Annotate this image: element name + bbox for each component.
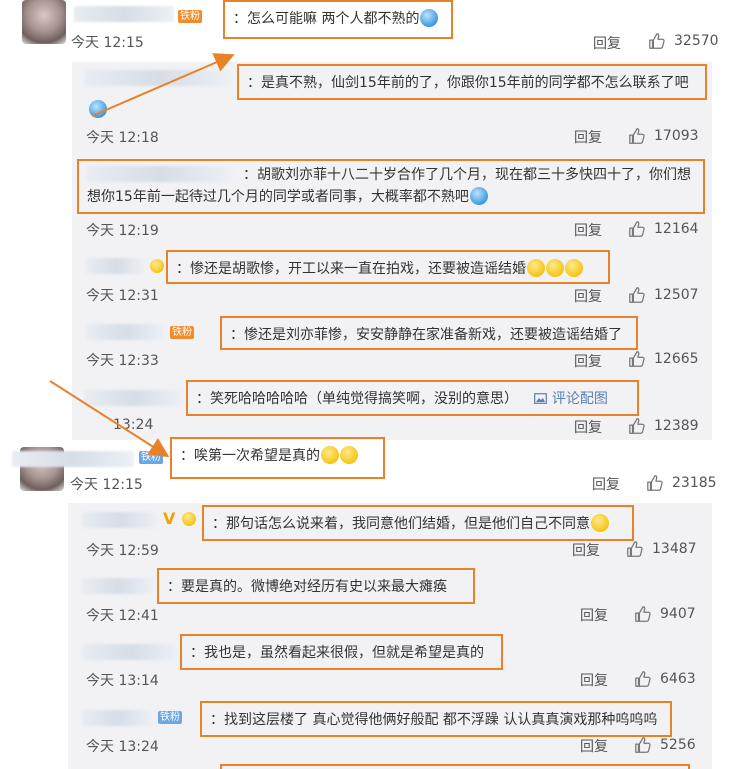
reply-time: 今天 12:33 — [86, 353, 159, 369]
like-button[interactable]: 12665 — [628, 350, 699, 368]
reply-text: ：要是真的。微博绝对经历有史以来最大瘫痪 — [157, 568, 475, 604]
emoji-icon — [546, 259, 564, 277]
thumbs-up-icon — [647, 475, 663, 491]
reply-button[interactable]: 回复 — [574, 127, 602, 147]
fan-badge: 铁粉 — [139, 450, 163, 464]
reply-button[interactable]: 回复 — [574, 417, 602, 437]
reply-text: ：找到这层楼了 真心觉得他俩好般配 都不浮躁 认认真真演戏那种呜呜呜 — [200, 701, 672, 737]
username[interactable] — [82, 578, 156, 594]
vip-v-icon: V — [163, 509, 176, 528]
reply-button[interactable]: 回复 — [593, 33, 621, 53]
username[interactable] — [84, 390, 184, 406]
emoji-icon — [527, 259, 545, 277]
comment-text: ：唉第一次希望是真的 — [170, 437, 385, 479]
reply-text: ：惨还是刘亦菲惨，安安静静在家准备新戏，还要被造谣结婚了 — [220, 316, 638, 350]
reply-text: ：那句话怎么说来着，我同意他们结婚，但是他们自己不同意 — [202, 505, 634, 541]
like-button[interactable]: 32570 — [648, 32, 719, 50]
reply-text: ：胡歌刘亦菲十八二十岁合作了几个月，现在都三十多快四十了，你们想想你15年前一起… — [77, 159, 705, 214]
like-button[interactable]: 23185 — [646, 474, 717, 492]
reply-button[interactable]: 回复 — [580, 736, 608, 756]
username[interactable] — [82, 710, 154, 726]
comment-time: 今天 12:15 — [70, 477, 143, 493]
thumbs-up-icon — [629, 287, 645, 303]
reply-text: ：笑死哈哈哈哈哈（单纯觉得搞笑啊，没别的意思） 评论配图 — [186, 380, 639, 416]
reply-button[interactable]: 回复 — [574, 220, 602, 240]
username[interactable] — [12, 451, 134, 467]
vip-v-icon — [150, 259, 164, 273]
reply-button[interactable]: 回复 — [574, 286, 602, 306]
reply-time: 今天 12:41 — [86, 608, 159, 624]
reply-text: ：我也是，虽然看起来很假，但就是希望是真的 — [180, 634, 503, 670]
username[interactable] — [86, 258, 146, 274]
reply-button[interactable]: 回复 — [574, 351, 602, 371]
avatar[interactable] — [22, 0, 66, 44]
emoji-icon — [565, 259, 583, 277]
reply-time: 13:24 — [113, 417, 154, 433]
username[interactable] — [86, 324, 166, 340]
reply-text: ：是真不熟，仙剑15年前的了，你跟你15年前的同学都不怎么联系了吧 — [237, 64, 707, 100]
username[interactable] — [74, 6, 174, 22]
reply-button[interactable]: 回复 — [572, 540, 600, 560]
like-button[interactable]: 12389 — [628, 417, 699, 435]
reply-time: 今天 12:31 — [86, 288, 159, 304]
reply-time: 今天 13:24 — [86, 739, 159, 755]
thumbs-up-icon — [635, 606, 651, 622]
next-reply-highlight — [220, 764, 690, 769]
username[interactable] — [84, 70, 234, 86]
emoji-icon — [420, 9, 439, 27]
emoji-icon — [340, 446, 358, 464]
like-button[interactable]: 5256 — [634, 736, 696, 754]
like-button[interactable]: 17093 — [628, 127, 699, 145]
thumbs-up-icon — [629, 128, 645, 144]
reply-time: 今天 12:18 — [86, 130, 159, 146]
thumbs-up-icon — [635, 737, 651, 753]
picture-icon — [534, 393, 548, 404]
fan-badge: 铁粉 — [158, 710, 182, 724]
reply-button[interactable]: 回复 — [580, 605, 608, 625]
comment-time: 今天 12:15 — [71, 35, 144, 51]
thumbs-up-icon — [629, 221, 645, 237]
like-button[interactable]: 13487 — [626, 540, 697, 558]
emoji-icon — [321, 446, 339, 464]
reply-time: 今天 12:59 — [86, 543, 159, 559]
reply-button[interactable]: 回复 — [592, 474, 620, 494]
like-button[interactable]: 12164 — [628, 220, 699, 238]
emoji-icon — [469, 187, 488, 205]
thumbs-up-icon — [627, 541, 643, 557]
thumbs-up-icon — [635, 671, 651, 687]
like-button[interactable]: 12507 — [628, 286, 699, 304]
thumbs-up-icon — [649, 33, 665, 49]
comment-picture-link[interactable]: 评论配图 — [522, 391, 608, 407]
comment-text: ：怎么可能嘛 两个人都不熟的 — [223, 0, 453, 39]
reply-button[interactable]: 回复 — [580, 670, 608, 690]
fan-icon — [182, 512, 196, 526]
reply-time: 今天 13:14 — [86, 673, 159, 689]
emoji-icon — [591, 514, 609, 532]
reply-time: 今天 12:19 — [86, 223, 159, 239]
like-button[interactable]: 9407 — [634, 605, 696, 623]
fan-badge: 铁粉 — [170, 325, 194, 339]
thumbs-up-icon — [629, 418, 645, 434]
emoji-icon — [89, 100, 107, 118]
username[interactable] — [82, 644, 180, 660]
reply-text: ：惨还是胡歌惨，开工以来一直在拍戏，还要被造谣结婚 — [166, 250, 610, 284]
like-button[interactable]: 6463 — [634, 670, 696, 688]
thumbs-up-icon — [629, 351, 645, 367]
username[interactable] — [82, 512, 160, 528]
fan-badge: 铁粉 — [178, 9, 202, 23]
